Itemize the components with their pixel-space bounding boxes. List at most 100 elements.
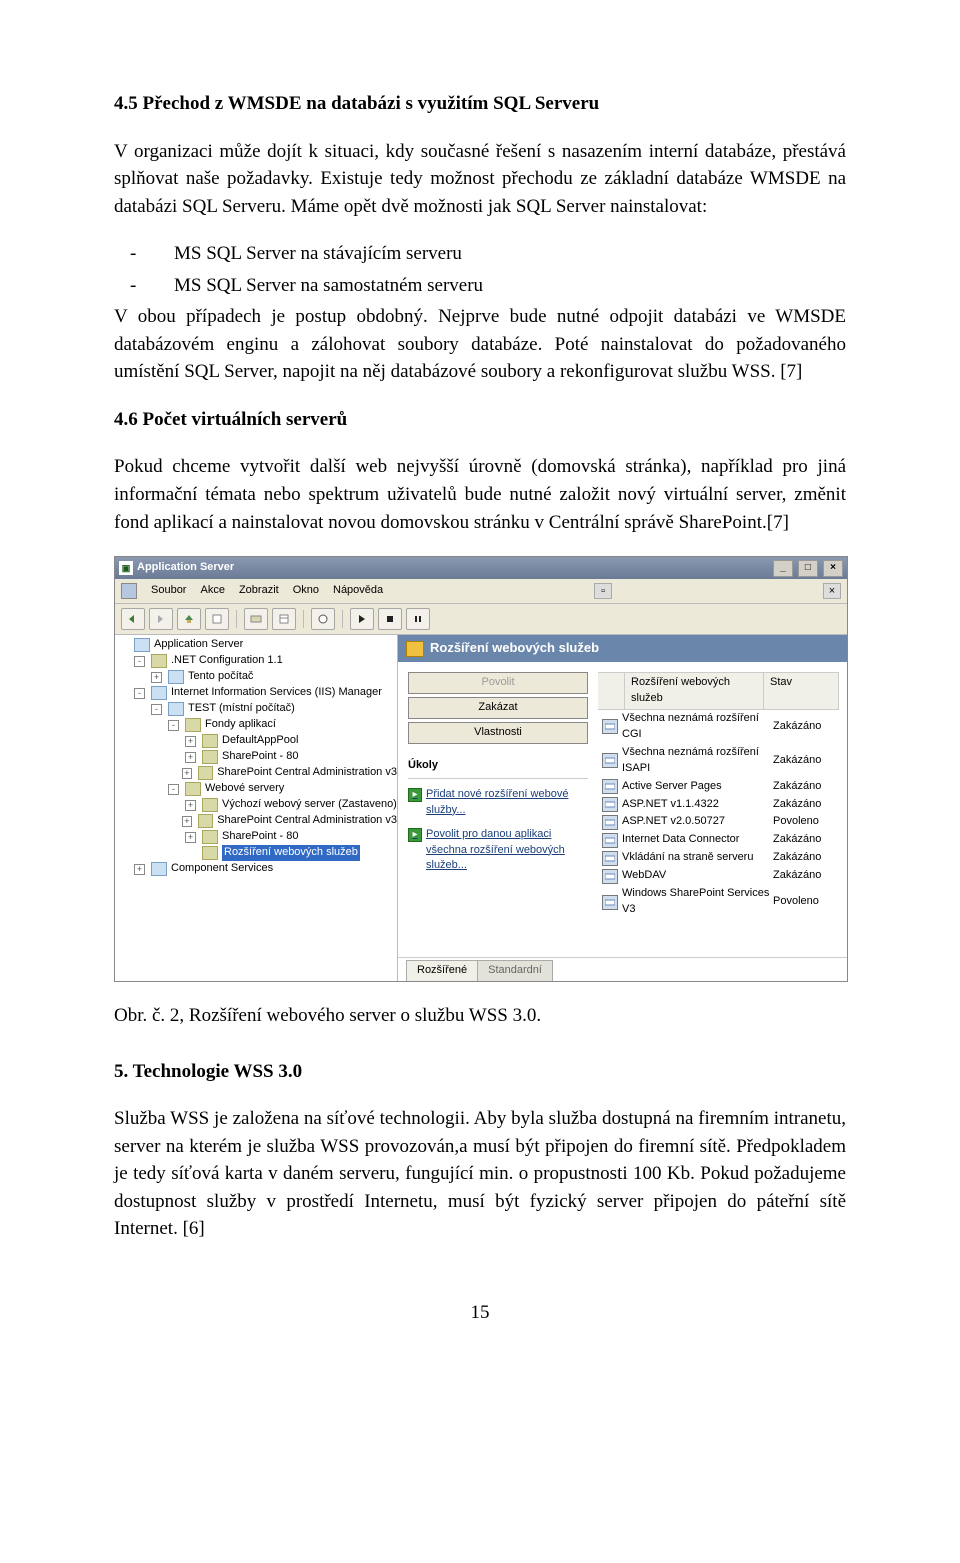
toolbar: [115, 604, 847, 635]
up-button[interactable]: [177, 608, 201, 630]
expander-icon[interactable]: +: [185, 736, 196, 747]
tree-label: Výchozí webový server (Zastaveno): [222, 797, 397, 813]
expander-icon[interactable]: +: [185, 832, 196, 843]
expander-icon[interactable]: +: [182, 768, 192, 779]
tree-item[interactable]: +SharePoint Central Administration v3: [117, 813, 397, 829]
extension-status: Zakázáno: [773, 832, 839, 848]
expander-icon[interactable]: -: [151, 704, 162, 715]
tree-item[interactable]: +Component Services: [117, 861, 397, 877]
extension-status: Povoleno: [773, 814, 839, 830]
extension-name: Vkládání na straně serveru: [622, 850, 773, 866]
list-item[interactable]: Všechna neznámá rozšíření CGIZakázáno: [598, 710, 839, 744]
minimize-button[interactable]: _: [773, 560, 793, 577]
expander-icon[interactable]: -: [168, 784, 179, 795]
list-item[interactable]: Internet Data ConnectorZakázáno: [598, 831, 839, 849]
menu-help[interactable]: Nápověda: [333, 583, 383, 599]
stop-button[interactable]: [378, 608, 402, 630]
tree-item[interactable]: Application Server: [117, 637, 397, 653]
expander-icon[interactable]: +: [151, 672, 162, 683]
list-item[interactable]: Active Server PagesZakázáno: [598, 778, 839, 796]
tree-item[interactable]: +DefaultAppPool: [117, 733, 397, 749]
menu-file[interactable]: Soubor: [151, 583, 186, 599]
disable-button[interactable]: Zakázat: [408, 697, 588, 719]
tree-item[interactable]: - Internet Information Services (IIS) Man…: [117, 685, 397, 701]
mdi-restore-button[interactable]: ▫: [594, 583, 612, 599]
extension-icon: [602, 833, 618, 848]
extension-icon: [602, 797, 618, 812]
back-button[interactable]: [121, 608, 145, 630]
tree-item[interactable]: + Výchozí webový server (Zastaveno): [117, 797, 397, 813]
extension-icon: [602, 895, 618, 910]
list-item[interactable]: Všechna neznámá rozšíření ISAPIZakázáno: [598, 744, 839, 778]
tree-item[interactable]: Rozšíření webových služeb: [117, 845, 397, 861]
close-button[interactable]: ×: [823, 560, 843, 577]
tree-item[interactable]: +Tento počítač: [117, 669, 397, 685]
tab-standard[interactable]: Standardní: [477, 960, 553, 981]
play-button[interactable]: [350, 608, 374, 630]
tree-label: Webové servery: [205, 781, 284, 797]
menu-action[interactable]: Akce: [200, 583, 224, 599]
properties-button[interactable]: Vlastnosti: [408, 722, 588, 744]
node-icon: [168, 702, 184, 716]
expander-icon[interactable]: -: [168, 720, 179, 731]
tree-label: Internet Information Services (IIS) Mana…: [171, 685, 382, 701]
pause-button[interactable]: [406, 608, 430, 630]
tree-item[interactable]: -.NET Configuration 1.1: [117, 653, 397, 669]
list-item[interactable]: Vkládání na straně serveruZakázáno: [598, 849, 839, 867]
expander-icon[interactable]: +: [185, 752, 196, 763]
list-item[interactable]: Windows SharePoint Services V3Povoleno: [598, 885, 839, 919]
tree-item[interactable]: - Webové servery: [117, 781, 397, 797]
node-icon: [168, 670, 184, 684]
mdi-close-button[interactable]: ×: [823, 583, 841, 599]
expander-icon[interactable]: +: [134, 864, 145, 875]
heading-4-5: 4.5 Přechod z WMSDE na databázi s využit…: [114, 90, 846, 118]
menu-view[interactable]: Zobrazit: [239, 583, 279, 599]
bullet-1: MS SQL Server na stávajícím serveru: [114, 240, 846, 268]
extension-status: Zakázáno: [773, 779, 839, 795]
figure-caption: Obr. č. 2, Rozšíření webového server o s…: [114, 1002, 846, 1030]
tree-label: TEST (místní počítač): [188, 701, 295, 717]
col-name[interactable]: Rozšíření webových služeb: [625, 673, 764, 709]
tree-item[interactable]: + SharePoint - 80: [117, 749, 397, 765]
tree-item[interactable]: +SharePoint - 80: [117, 829, 397, 845]
expander-icon[interactable]: -: [134, 656, 145, 667]
tree-item[interactable]: - TEST (místní počítač): [117, 701, 397, 717]
tree-label: SharePoint - 80: [222, 749, 298, 765]
extension-status: Zakázáno: [773, 719, 839, 735]
folder-icon: [406, 641, 424, 657]
detail-header: Rozšíření webových služeb: [398, 635, 847, 662]
menu-window[interactable]: Okno: [293, 583, 319, 599]
tool-button-3[interactable]: [311, 608, 335, 630]
folder-icon: [202, 846, 218, 860]
tree-panel[interactable]: Application Server-.NET Configuration 1.…: [115, 635, 398, 981]
home-button[interactable]: [205, 608, 229, 630]
para-4-5-2: V obou případech je postup obdobný. Nejp…: [114, 303, 846, 386]
forward-button[interactable]: [149, 608, 173, 630]
tab-extended[interactable]: Rozšířené: [406, 960, 478, 981]
titlebar[interactable]: ▣ Application Server _ □ ×: [115, 557, 847, 579]
tool-button-1[interactable]: [244, 608, 268, 630]
tree-item[interactable]: +SharePoint Central Administration v3: [117, 765, 397, 781]
para-4-5-1: V organizaci může dojít k situaci, kdy s…: [114, 138, 846, 221]
list-item[interactable]: WebDAVZakázáno: [598, 867, 839, 885]
extension-list[interactable]: Všechna neznámá rozšíření CGIZakázánoVše…: [598, 710, 839, 919]
tool-button-2[interactable]: [272, 608, 296, 630]
expander-icon[interactable]: -: [134, 688, 145, 699]
maximize-button[interactable]: □: [798, 560, 818, 577]
page-number: 15: [114, 1299, 846, 1327]
enable-button[interactable]: Povolit: [408, 672, 588, 694]
task-add-extension[interactable]: ▸ Přidat nové rozšíření webové služby...: [408, 787, 588, 819]
list-item[interactable]: ASP.NET v1.1.4322Zakázáno: [598, 796, 839, 814]
folder-icon: [202, 734, 218, 748]
extension-icon: [602, 851, 618, 866]
expander-icon[interactable]: +: [185, 800, 196, 811]
tree-item[interactable]: -Fondy aplikací: [117, 717, 397, 733]
task-enable-all[interactable]: ▸ Povolit pro danou aplikaci všechna roz…: [408, 827, 588, 875]
arrow-icon: ▸: [408, 828, 422, 842]
list-item[interactable]: ASP.NET v2.0.50727Povoleno: [598, 813, 839, 831]
col-status[interactable]: Stav: [764, 673, 839, 709]
menu-icon[interactable]: [121, 583, 137, 599]
col-sort[interactable]: [598, 673, 625, 709]
list-header[interactable]: Rozšíření webových služeb Stav: [598, 672, 839, 710]
expander-icon[interactable]: +: [182, 816, 192, 827]
